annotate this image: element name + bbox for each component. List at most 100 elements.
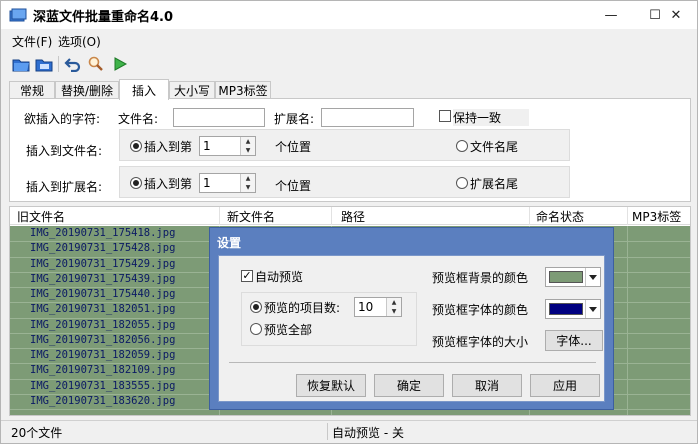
font-color-swatch xyxy=(549,303,583,315)
auto-preview-label: 自动预览 xyxy=(255,270,304,284)
column-old-name[interactable]: 旧文件名 xyxy=(17,208,65,225)
keep-same-checkbox[interactable] xyxy=(439,110,451,122)
table-row[interactable]: IMG_20190731_175428.jpg xyxy=(10,242,220,257)
column-status[interactable]: 命名状态 xyxy=(536,208,584,225)
menu-options[interactable]: 选项(O) xyxy=(58,33,101,50)
toolbar xyxy=(1,53,697,75)
bg-color-label: 预览框背景的颜色 xyxy=(432,271,529,285)
table-row[interactable]: IMG_20190731_182059.jpg xyxy=(10,349,220,364)
table-row[interactable]: IMG_20190731_175418.jpg xyxy=(10,227,220,242)
preview-count-label: 预览的项目数: xyxy=(264,301,341,315)
tab-case[interactable]: 大小写 xyxy=(169,81,215,99)
font-color-picker[interactable] xyxy=(545,299,601,319)
minimize-button[interactable]: — xyxy=(589,1,633,29)
insert-to-filename-label: 插入到文件名: xyxy=(26,144,103,158)
close-button[interactable]: ✕ xyxy=(655,1,697,29)
dialog-body: ✓ 自动预览 预览的项目数: 10 ▲ ▼ 预览全部 预览框背景的颜色 预览框字体… xyxy=(218,255,605,402)
insert-panel: 欲插入的字符: 文件名: 扩展名: 保持一致 插入到文件名: 插入到第 1 ▲ ▼… xyxy=(9,98,691,202)
font-button[interactable]: 字体... xyxy=(545,330,603,351)
filename-insert-input[interactable] xyxy=(173,108,265,127)
ext-end-label: 扩展名尾 xyxy=(470,177,519,191)
column-separator[interactable] xyxy=(529,207,530,225)
stepper-arrows-icon[interactable]: ▲ ▼ xyxy=(240,137,255,155)
settings-dialog: 设置 ✓ 自动预览 预览的项目数: 10 ▲ ▼ 预览全部 预览框背景的颜色 预览… xyxy=(209,227,614,410)
table-row[interactable]: IMG_20190731_183555.jpg xyxy=(10,380,220,395)
ext-label: 扩展名: xyxy=(274,112,315,126)
font-color-label: 预览框字体的颜色 xyxy=(432,303,529,317)
auto-preview-checkbox[interactable]: ✓ xyxy=(241,270,253,282)
preview-all-label: 预览全部 xyxy=(264,323,313,337)
title-bar: 深蓝文件批量重命名4.0 — ☐ ✕ xyxy=(1,1,697,29)
insert-to-ext-label: 插入到扩展名: xyxy=(26,180,103,194)
table-row[interactable]: IMG_20190731_182056.jpg xyxy=(10,334,220,349)
preview-count-stepper[interactable]: 10 ▲ ▼ xyxy=(354,297,402,317)
column-mp3-tags[interactable]: MP3标签 xyxy=(632,208,690,225)
ext-position-group: 插入到第 1 ▲ ▼ 个位置 扩展名尾 xyxy=(119,166,570,198)
chars-label: 欲插入的字符: xyxy=(24,112,101,126)
column-path[interactable]: 路径 xyxy=(341,208,365,225)
open-folder-icon[interactable] xyxy=(34,54,54,74)
table-row[interactable]: IMG_20190731_182055.jpg xyxy=(10,319,220,334)
app-icon xyxy=(9,7,27,23)
ext-insert-input[interactable] xyxy=(321,108,414,127)
run-icon[interactable] xyxy=(110,54,130,74)
cancel-button[interactable]: 取消 xyxy=(452,374,522,397)
status-separator xyxy=(327,423,328,440)
tab-general[interactable]: 常规 xyxy=(9,81,55,99)
filename-position-unit: 个位置 xyxy=(275,140,312,154)
preview-status: 自动预览 - 关 xyxy=(332,426,404,440)
table-row[interactable]: IMG_20190731_175440.jpg xyxy=(10,288,220,303)
dialog-title: 设置 xyxy=(217,236,242,250)
keep-same-label: 保持一致 xyxy=(453,109,530,126)
filename-end-radio[interactable] xyxy=(456,140,468,152)
ext-insert-at-radio[interactable] xyxy=(130,177,142,189)
preview-count-radio[interactable] xyxy=(250,301,262,313)
restore-default-button[interactable]: 恢复默认 xyxy=(296,374,366,397)
column-new-name[interactable]: 新文件名 xyxy=(227,208,275,225)
ext-insert-at-label: 插入到第 xyxy=(144,177,193,191)
column-separator[interactable] xyxy=(627,207,628,225)
bg-color-swatch xyxy=(549,271,583,283)
filename-label: 文件名: xyxy=(118,112,159,126)
preview-count-group: 预览的项目数: 10 ▲ ▼ 预览全部 xyxy=(241,292,417,346)
table-row[interactable]: IMG_20190731_175429.jpg xyxy=(10,258,220,273)
tab-insert[interactable]: 插入 xyxy=(119,79,169,100)
table-row[interactable]: IMG_20190731_183620.jpg xyxy=(10,395,220,410)
toolbar-separator xyxy=(58,56,59,72)
column-separator[interactable] xyxy=(219,207,220,225)
column-separator[interactable] xyxy=(331,207,332,225)
status-bar: 20个文件 自动预览 - 关 xyxy=(1,420,697,442)
chevron-down-icon[interactable] xyxy=(585,300,600,318)
stepper-arrows-icon[interactable]: ▲ ▼ xyxy=(386,298,401,316)
search-icon[interactable] xyxy=(86,54,106,74)
open-file-icon[interactable] xyxy=(11,54,31,74)
menu-file[interactable]: 文件(F) xyxy=(12,33,52,50)
bg-color-picker[interactable] xyxy=(545,267,601,287)
filename-end-label: 文件名尾 xyxy=(470,140,519,154)
table-row[interactable]: IMG_20190731_175439.jpg xyxy=(10,273,220,288)
filename-position-group: 插入到第 1 ▲ ▼ 个位置 文件名尾 xyxy=(119,129,570,161)
ext-end-radio[interactable] xyxy=(456,177,468,189)
dialog-divider xyxy=(229,362,596,363)
filename-insert-at-label: 插入到第 xyxy=(144,140,193,154)
file-count-status: 20个文件 xyxy=(11,426,63,440)
ok-button[interactable]: 确定 xyxy=(374,374,444,397)
filename-insert-at-radio[interactable] xyxy=(130,140,142,152)
filename-position-stepper[interactable]: 1 ▲ ▼ xyxy=(199,136,256,156)
menu-bar: 文件(F) 选项(O) xyxy=(1,31,697,51)
table-row[interactable]: IMG_20190731_182051.jpg xyxy=(10,303,220,318)
ext-position-stepper[interactable]: 1 ▲ ▼ xyxy=(199,173,256,193)
tab-replace-delete[interactable]: 替换/删除 xyxy=(55,81,119,99)
main-window: 深蓝文件批量重命名4.0 — ☐ ✕ 文件(F) 选项(O) 常规 替换/删除 … xyxy=(0,0,698,444)
preview-all-radio[interactable] xyxy=(250,323,262,335)
apply-button[interactable]: 应用 xyxy=(530,374,600,397)
font-size-label: 预览框字体的大小 xyxy=(432,335,529,349)
tab-mp3-tags[interactable]: MP3标签 xyxy=(215,81,271,99)
stepper-arrows-icon[interactable]: ▲ ▼ xyxy=(240,174,255,192)
table-row[interactable]: IMG_20190731_182109.jpg xyxy=(10,364,220,379)
chevron-down-icon[interactable] xyxy=(585,268,600,286)
window-title: 深蓝文件批量重命名4.0 xyxy=(33,10,174,25)
undo-icon[interactable] xyxy=(63,54,83,74)
list-header: 旧文件名 新文件名 路径 命名状态 MP3标签 xyxy=(10,207,690,225)
ext-position-unit: 个位置 xyxy=(275,179,312,193)
